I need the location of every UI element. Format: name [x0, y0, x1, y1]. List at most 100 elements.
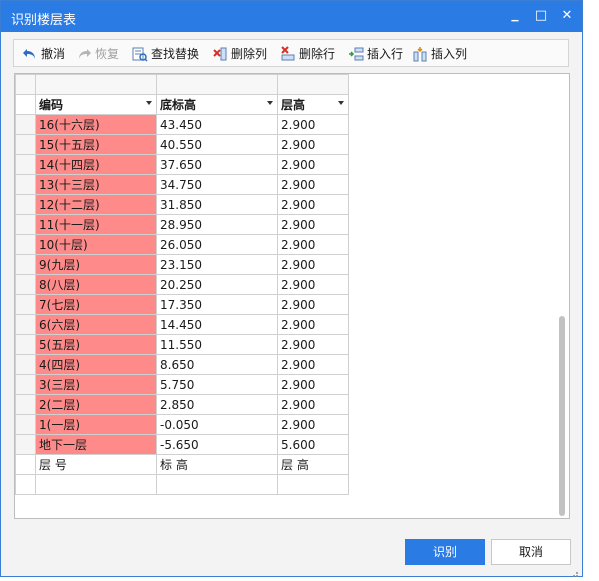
height-cell[interactable]: 2.900 [277, 314, 349, 335]
elevation-cell[interactable]: 17.350 [156, 294, 278, 315]
elevation-cell[interactable]: 11.550 [156, 334, 278, 355]
column-header-elevation[interactable]: 底标高 [156, 94, 278, 115]
elevation-cell[interactable]: 14.450 [156, 314, 278, 335]
row-header-cell[interactable] [15, 314, 36, 335]
table-row[interactable]: 11(十一层) 28.950 2.900 [15, 214, 349, 235]
code-cell[interactable]: 11(十一层) [35, 214, 157, 235]
row-header-cell[interactable] [15, 274, 36, 295]
row-header-cell[interactable] [15, 354, 36, 375]
column-header-code[interactable]: 编码 [35, 94, 157, 115]
elevation-cell[interactable]: 37.650 [156, 154, 278, 175]
height-cell[interactable]: 2.900 [277, 414, 349, 435]
empty-row[interactable] [15, 474, 349, 495]
height-cell[interactable]: 2.900 [277, 354, 349, 375]
code-cell[interactable]: 地下一层 [35, 434, 157, 455]
elevation-cell[interactable]: 31.850 [156, 194, 278, 215]
delete-column-button[interactable]: 删除列 [212, 44, 267, 63]
code-cell[interactable]: 8(八层) [35, 274, 157, 295]
elevation-cell[interactable]: 5.750 [156, 374, 278, 395]
code-cell[interactable]: 13(十三层) [35, 174, 157, 195]
elevation-cell[interactable]: 20.250 [156, 274, 278, 295]
label-cell[interactable]: 标 高 [156, 454, 278, 475]
elevation-cell[interactable]: 2.850 [156, 394, 278, 415]
height-cell[interactable]: 2.900 [277, 114, 349, 135]
code-cell[interactable]: 16(十六层) [35, 114, 157, 135]
height-cell[interactable]: 2.900 [277, 374, 349, 395]
table-row[interactable]: 14(十四层) 37.650 2.900 [15, 154, 349, 175]
code-cell[interactable]: 6(六层) [35, 314, 157, 335]
table-row[interactable]: 15(十五层) 40.550 2.900 [15, 134, 349, 155]
table-row[interactable]: 9(九层) 23.150 2.900 [15, 254, 349, 275]
elevation-cell[interactable]: 43.450 [156, 114, 278, 135]
minimize-button[interactable]: ▁ [504, 7, 526, 25]
height-cell[interactable]: 2.900 [277, 194, 349, 215]
code-cell[interactable]: 10(十层) [35, 234, 157, 255]
row-header-cell[interactable] [15, 174, 36, 195]
dropdown-arrow-icon[interactable] [146, 101, 152, 105]
column-header-height[interactable]: 层高 [277, 94, 349, 115]
height-cell[interactable]: 2.900 [277, 254, 349, 275]
code-cell[interactable]: 15(十五层) [35, 134, 157, 155]
height-cell[interactable]: 2.900 [277, 214, 349, 235]
row-header-cell[interactable] [15, 454, 36, 475]
height-cell[interactable]: 2.900 [277, 274, 349, 295]
table-row[interactable]: 16(十六层) 43.450 2.900 [15, 114, 349, 135]
code-cell[interactable]: 12(十二层) [35, 194, 157, 215]
height-cell[interactable]: 2.900 [277, 394, 349, 415]
table-row[interactable]: 5(五层) 11.550 2.900 [15, 334, 349, 355]
height-cell[interactable]: 2.900 [277, 134, 349, 155]
table-row[interactable]: 2(二层) 2.850 2.900 [15, 394, 349, 415]
row-header-cell[interactable] [15, 414, 36, 435]
code-cell[interactable]: 14(十四层) [35, 154, 157, 175]
dropdown-arrow-icon[interactable] [267, 101, 273, 105]
code-cell[interactable]: 3(三层) [35, 374, 157, 395]
height-cell[interactable]: 2.900 [277, 154, 349, 175]
recognize-button[interactable]: 识别 [405, 539, 485, 565]
code-cell[interactable]: 9(九层) [35, 254, 157, 275]
insert-column-button[interactable]: 插入列 [412, 44, 467, 63]
insert-row-button[interactable]: 插入行 [348, 44, 403, 63]
row-header-cell[interactable] [15, 294, 36, 315]
height-cell[interactable]: 2.900 [277, 334, 349, 355]
empty-cell[interactable] [35, 474, 157, 495]
row-header-cell[interactable] [15, 234, 36, 255]
height-cell[interactable]: 2.900 [277, 294, 349, 315]
code-cell[interactable]: 5(五层) [35, 334, 157, 355]
height-cell[interactable]: 5.600 [277, 434, 349, 455]
row-header-cell[interactable] [15, 134, 36, 155]
undo-button[interactable]: 撤消 [22, 44, 65, 63]
table-row[interactable]: 12(十二层) 31.850 2.900 [15, 194, 349, 215]
label-cell[interactable]: 层 高 [277, 454, 349, 475]
row-header-cell[interactable] [15, 254, 36, 275]
height-cell[interactable]: 2.900 [277, 234, 349, 255]
elevation-cell[interactable]: 26.050 [156, 234, 278, 255]
find-replace-button[interactable]: 查找替换 [132, 44, 199, 63]
elevation-cell[interactable]: 23.150 [156, 254, 278, 275]
scrollbar-thumb[interactable] [559, 316, 565, 516]
row-header-cell[interactable] [15, 214, 36, 235]
close-button[interactable]: ✕ [556, 7, 578, 25]
row-header-cell[interactable] [15, 194, 36, 215]
table-row[interactable]: 10(十层) 26.050 2.900 [15, 234, 349, 255]
label-row[interactable]: 层 号标 高层 高 [15, 454, 349, 475]
table-row[interactable]: 4(四层) 8.650 2.900 [15, 354, 349, 375]
height-cell[interactable]: 2.900 [277, 174, 349, 195]
code-cell[interactable]: 2(二层) [35, 394, 157, 415]
elevation-cell[interactable]: -0.050 [156, 414, 278, 435]
resize-grip-icon[interactable] [571, 567, 579, 577]
delete-row-button[interactable]: 删除行 [280, 44, 335, 63]
table-row[interactable]: 3(三层) 5.750 2.900 [15, 374, 349, 395]
empty-cell[interactable] [156, 474, 278, 495]
elevation-cell[interactable]: 8.650 [156, 354, 278, 375]
label-cell[interactable]: 层 号 [35, 454, 157, 475]
maximize-button[interactable]: □ [530, 7, 552, 25]
empty-cell[interactable] [277, 474, 349, 495]
row-header-cell[interactable] [15, 434, 36, 455]
table-row[interactable]: 6(六层) 14.450 2.900 [15, 314, 349, 335]
elevation-cell[interactable]: -5.650 [156, 434, 278, 455]
row-header-cell[interactable] [15, 474, 36, 495]
dropdown-arrow-icon[interactable] [338, 101, 344, 105]
elevation-cell[interactable]: 34.750 [156, 174, 278, 195]
row-header-cell[interactable] [15, 394, 36, 415]
vertical-scrollbar[interactable] [557, 74, 569, 518]
